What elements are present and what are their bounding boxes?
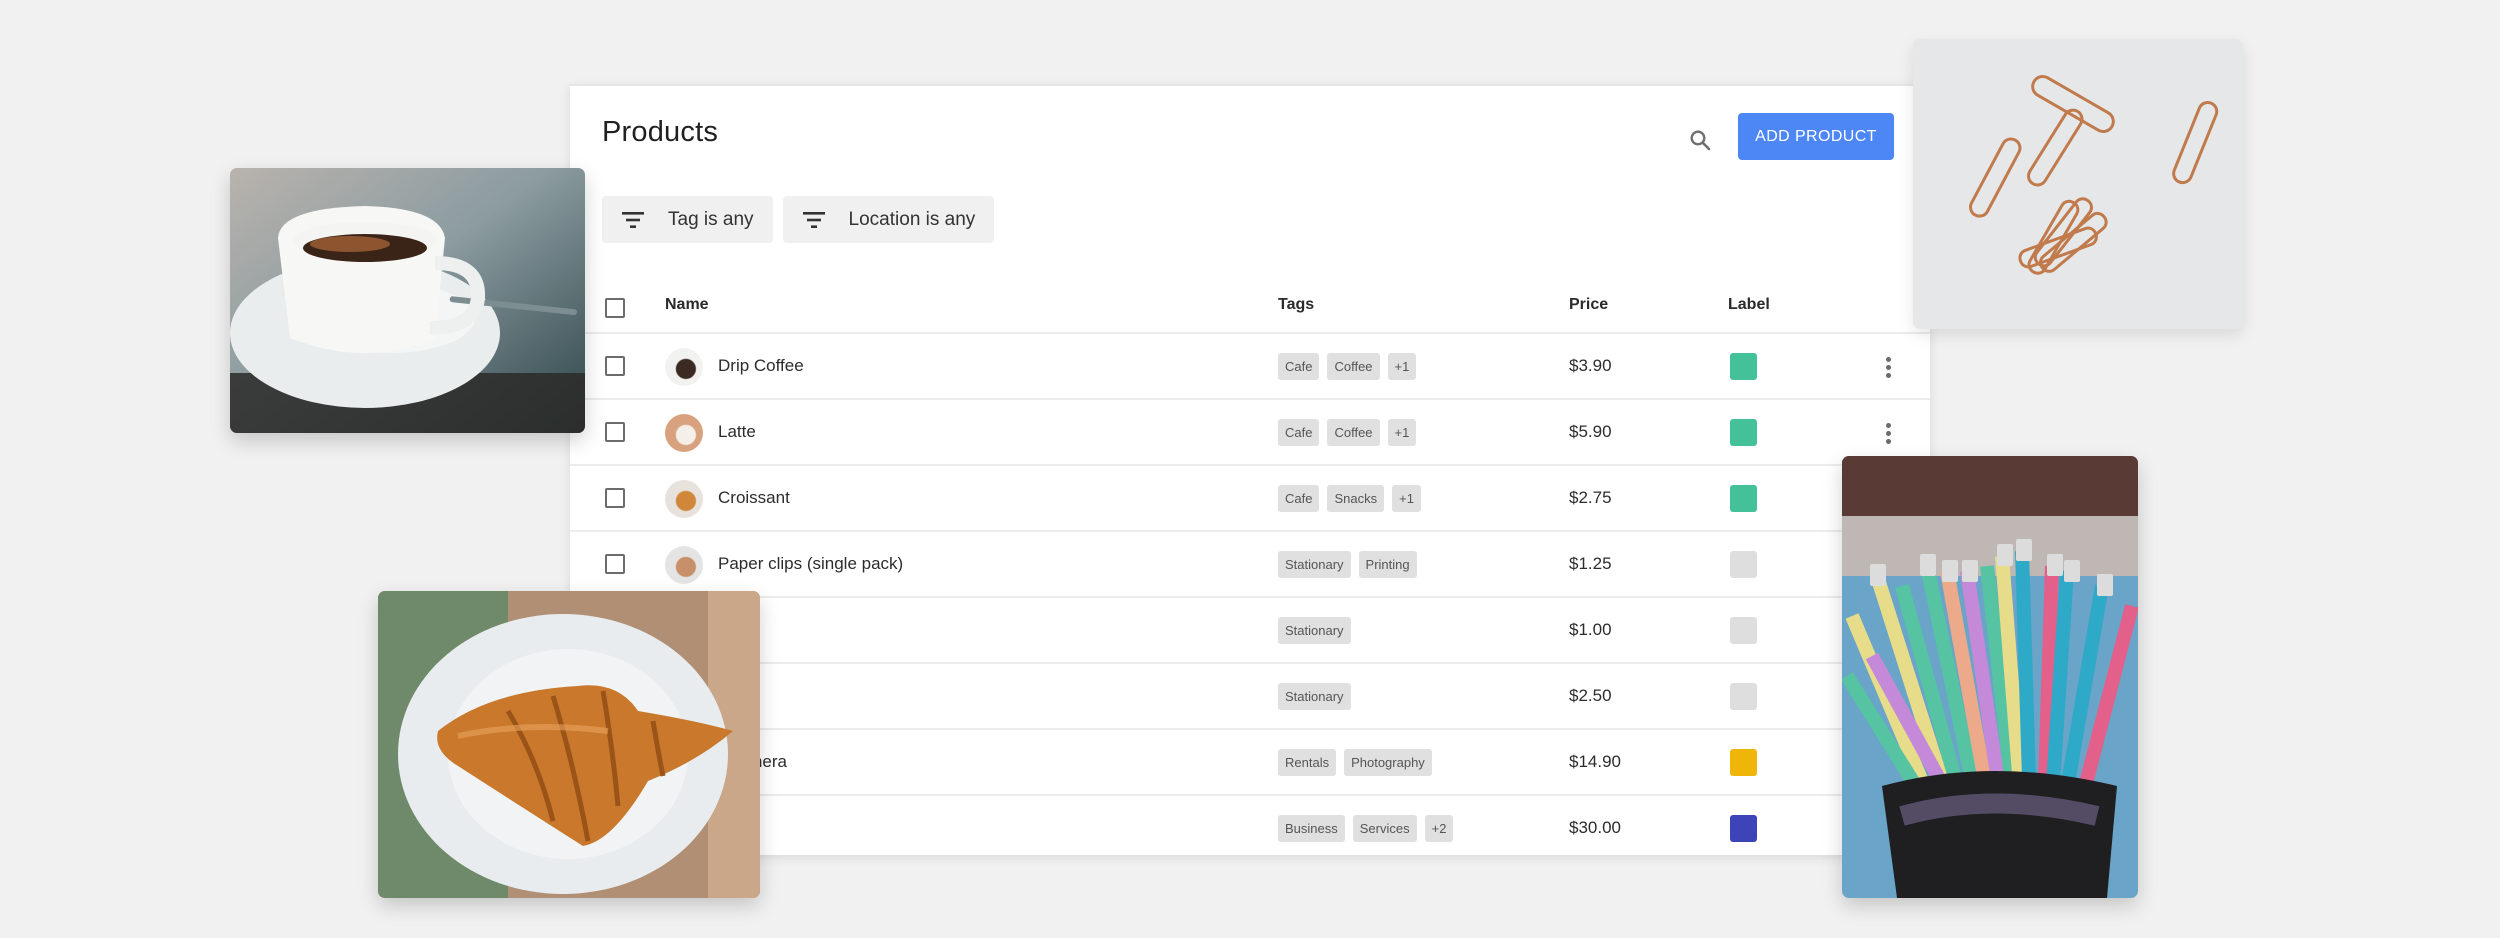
column-header-tags[interactable]: Tags xyxy=(1278,296,1314,314)
tag-chip[interactable]: Rentals xyxy=(1278,749,1337,776)
product-avatar xyxy=(665,414,703,452)
column-header-price[interactable]: Price xyxy=(1569,296,1608,314)
more-tags-badge[interactable]: +1 xyxy=(1392,485,1421,512)
paper-clips-photo xyxy=(1913,39,2243,329)
croissant-photo xyxy=(378,591,760,898)
products-card: Products ADD PRODUCT Tag is any Location… xyxy=(570,84,1930,862)
label-color-swatch[interactable] xyxy=(1730,485,1757,512)
add-product-button[interactable]: ADD PRODUCT xyxy=(1738,113,1894,160)
product-price: $5.90 xyxy=(1569,422,1612,441)
more-vert-icon[interactable] xyxy=(1876,354,1900,380)
product-name[interactable]: Croissant xyxy=(718,488,790,508)
product-price: $2.75 xyxy=(1569,488,1612,507)
label-color-swatch[interactable] xyxy=(1730,617,1757,644)
filter-chip-label: Tag is any xyxy=(668,208,754,230)
menu-dot xyxy=(1885,364,1891,370)
product-name[interactable]: Latte xyxy=(718,422,756,442)
menu-dot xyxy=(1885,356,1891,362)
tag-chip[interactable]: Stationary xyxy=(1278,617,1351,644)
more-tags-badge[interactable]: +2 xyxy=(1424,815,1454,842)
product-price: $3.90 xyxy=(1569,356,1612,375)
menu-dot xyxy=(1885,422,1891,428)
column-header-name[interactable]: Name xyxy=(665,296,709,314)
product-name[interactable]: Drip Coffee xyxy=(718,356,804,376)
coffee-cup-photo xyxy=(230,168,585,433)
row-checkbox[interactable] xyxy=(605,554,625,574)
table-row[interactable]: l CameraRentalsPhotography$14.90 xyxy=(570,730,1930,796)
menu-dot xyxy=(1885,372,1891,378)
tag-chip[interactable]: Services xyxy=(1352,815,1417,842)
tag-chip[interactable]: Business xyxy=(1278,815,1345,842)
tag-chip[interactable]: Stationary xyxy=(1278,683,1351,710)
product-tags: Cafe Snacks +1 xyxy=(1278,485,1421,512)
more-tags-badge[interactable]: +1 xyxy=(1387,419,1417,446)
tag-chip[interactable]: Photography xyxy=(1344,749,1432,776)
product-name[interactable]: Paper clips (single pack) xyxy=(718,554,903,574)
filter-icon xyxy=(802,211,825,228)
more-vert-icon[interactable] xyxy=(1876,420,1900,446)
table-row[interactable]: Croissant Cafe Snacks +1 $2.75 xyxy=(570,466,1930,532)
label-color-swatch[interactable] xyxy=(1730,815,1757,842)
product-tags: Stationary xyxy=(1278,617,1351,644)
menu-dot xyxy=(1885,438,1891,444)
product-tags: Cafe Coffee +1 xyxy=(1278,353,1417,380)
table-row[interactable]: Paper clips (single pack) Stationary Print… xyxy=(570,532,1930,598)
tag-chip[interactable]: Cafe xyxy=(1278,419,1320,446)
column-header-label[interactable]: Label xyxy=(1728,296,1770,314)
filter-icon xyxy=(622,211,644,228)
table-row[interactable]: Latte Cafe Coffee +1 $5.90 xyxy=(570,400,1930,466)
table-row[interactable]: bookStationary$2.50 xyxy=(570,664,1930,730)
select-all-checkbox[interactable] xyxy=(605,298,625,318)
more-tags-badge[interactable]: +1 xyxy=(1387,353,1417,380)
page-title: Products xyxy=(602,116,719,148)
row-checkbox[interactable] xyxy=(605,356,625,376)
tag-chip[interactable]: Coffee xyxy=(1327,353,1380,380)
filter-chip-label: Location is any xyxy=(848,208,976,230)
product-tags: Business Services +2 xyxy=(1278,815,1454,842)
search-icon xyxy=(1690,130,1711,151)
product-price: $1.00 xyxy=(1569,620,1612,639)
tag-chip[interactable]: Cafe xyxy=(1278,353,1320,380)
table-row[interactable]: lStationary$1.00 xyxy=(570,598,1930,664)
product-price: $1.25 xyxy=(1569,554,1612,573)
label-color-swatch[interactable] xyxy=(1730,419,1757,446)
product-avatar xyxy=(665,480,703,518)
product-avatar xyxy=(665,546,703,584)
pencils-photo xyxy=(1842,456,2138,898)
menu-dot xyxy=(1885,430,1891,436)
product-price: $30.00 xyxy=(1569,818,1621,837)
table-header: Name Tags Price Label xyxy=(570,282,1930,334)
tag-chip[interactable]: Stationary xyxy=(1278,551,1351,578)
filter-bar: Tag is any Location is any xyxy=(602,196,995,243)
products-table: Name Tags Price Label Drip Coffee Cafe Cof… xyxy=(570,282,1930,862)
product-tags: Stationary Printing xyxy=(1278,551,1417,578)
table-body: Drip Coffee Cafe Coffee +1 $3.90 Latte Cafe Cof… xyxy=(570,334,1930,862)
product-tags: Rentals Photography xyxy=(1278,749,1432,776)
row-checkbox[interactable] xyxy=(605,488,625,508)
filter-chip-tag[interactable]: Tag is any xyxy=(602,196,773,243)
product-tags: Stationary xyxy=(1278,683,1351,710)
label-color-swatch[interactable] xyxy=(1730,683,1757,710)
table-row[interactable]: ngBusinessServices+2$30.00 xyxy=(570,796,1930,862)
product-price: $2.50 xyxy=(1569,686,1612,705)
tag-chip[interactable]: Snacks xyxy=(1327,485,1385,512)
table-row[interactable]: Drip Coffee Cafe Coffee +1 $3.90 xyxy=(570,334,1930,400)
product-tags: Cafe Coffee +1 xyxy=(1278,419,1417,446)
search-button[interactable] xyxy=(1680,120,1720,160)
label-color-swatch[interactable] xyxy=(1730,353,1757,380)
product-avatar xyxy=(665,348,703,386)
row-checkbox[interactable] xyxy=(605,422,625,442)
label-color-swatch[interactable] xyxy=(1730,749,1757,776)
filter-chip-location[interactable]: Location is any xyxy=(782,196,995,243)
product-price: $14.90 xyxy=(1569,752,1621,771)
tag-chip[interactable]: Coffee xyxy=(1327,419,1380,446)
tag-chip[interactable]: Cafe xyxy=(1278,485,1320,512)
label-color-swatch[interactable] xyxy=(1730,551,1757,578)
tag-chip[interactable]: Printing xyxy=(1358,551,1417,578)
